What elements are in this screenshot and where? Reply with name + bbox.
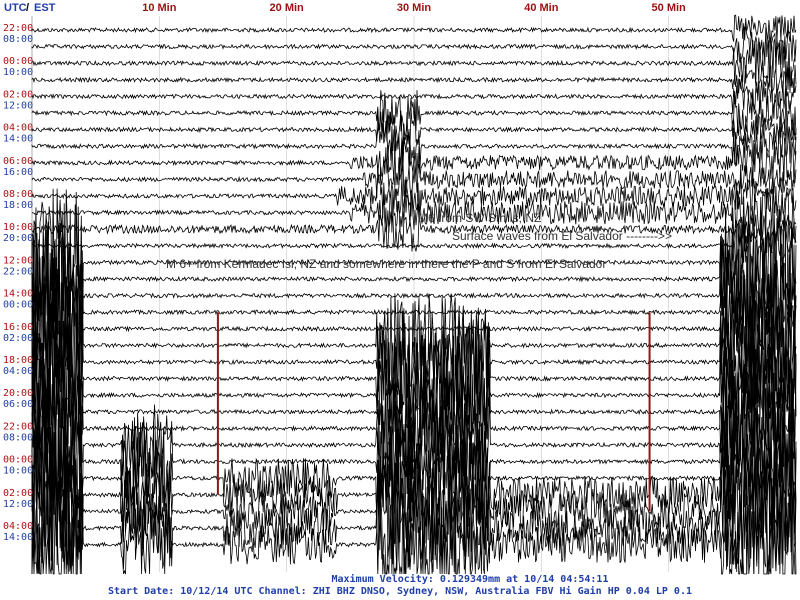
hour-label-utc: 18:00 (3, 355, 33, 366)
hour-label-utc: 16:00 (3, 322, 33, 333)
hour-labels: 22:0008:0000:0010:0002:0012:0004:0014:00… (3, 23, 33, 543)
hour-label-est: 12:00 (3, 499, 33, 510)
hour-label-utc: 04:00 (3, 123, 33, 134)
annotation-sw-sth-is: M6 from SW Sth Is, NZ (418, 211, 541, 225)
hour-label-utc: 08:00 (3, 189, 33, 200)
hour-label-est: 10:00 (3, 67, 33, 78)
hour-label-utc: 00:00 (3, 56, 33, 67)
hour-label-est: 20:00 (3, 233, 33, 244)
hour-label-utc: 10:00 (3, 222, 33, 233)
hour-label-est: 08:00 (3, 34, 33, 45)
hour-label-est: 00:00 (3, 300, 33, 311)
hour-label-utc: 14:00 (3, 289, 33, 300)
minute-tick-label: 10 Min (142, 2, 177, 14)
annotation-kermadec: M 6+ from Kermadec Isl, NZ and somewhere… (166, 257, 606, 271)
hour-label-utc: 22:00 (3, 421, 33, 432)
hour-label-utc: 06:00 (3, 156, 33, 167)
hour-label-utc: 22:00 (3, 23, 33, 34)
hour-label-est: 06:00 (3, 399, 33, 410)
minute-tick-label: 40 Min (524, 2, 559, 14)
hour-label-est: 18:00 (3, 200, 33, 211)
seismogram-chart: UTC / EST 10 Min 20 Min 30 Min 40 Min 50 Min… (3, 2, 797, 597)
hour-label-utc: 02:00 (3, 488, 33, 499)
minute-tick-label: 30 Min (397, 2, 432, 14)
hour-label-utc: 02:00 (3, 89, 33, 100)
footer-start-date: Start Date: 10/12/14 UTC Channel: ZHI BH… (108, 585, 692, 597)
hour-label-est: 22:00 (3, 266, 33, 277)
header-separator: / (26, 2, 29, 14)
annotation-surface-waves: Surface waves from El Salvador -------->… (452, 229, 672, 243)
header-utc-label: UTC (4, 2, 27, 14)
minute-tick-label: 50 Min (652, 2, 687, 14)
minute-tick-labels: 10 Min 20 Min 30 Min 40 Min 50 Min (142, 2, 686, 14)
hour-label-est: 14:00 (3, 134, 33, 145)
hour-label-est: 16:00 (3, 167, 33, 178)
hour-label-utc: 12:00 (3, 255, 33, 266)
hour-label-est: 14:00 (3, 532, 33, 543)
header-est-label: EST (34, 2, 56, 14)
hour-label-est: 04:00 (3, 366, 33, 377)
minute-tick-label: 20 Min (270, 2, 305, 14)
hour-label-est: 02:00 (3, 333, 33, 344)
hour-label-utc: 04:00 (3, 521, 33, 532)
footer-max-velocity: Maximum Velocity: 0.129349mm at 10/14 04… (332, 573, 609, 585)
hour-label-est: 08:00 (3, 432, 33, 443)
hour-label-est: 12:00 (3, 100, 33, 111)
hour-label-utc: 00:00 (3, 455, 33, 466)
hour-label-est: 10:00 (3, 466, 33, 477)
hour-label-utc: 20:00 (3, 388, 33, 399)
